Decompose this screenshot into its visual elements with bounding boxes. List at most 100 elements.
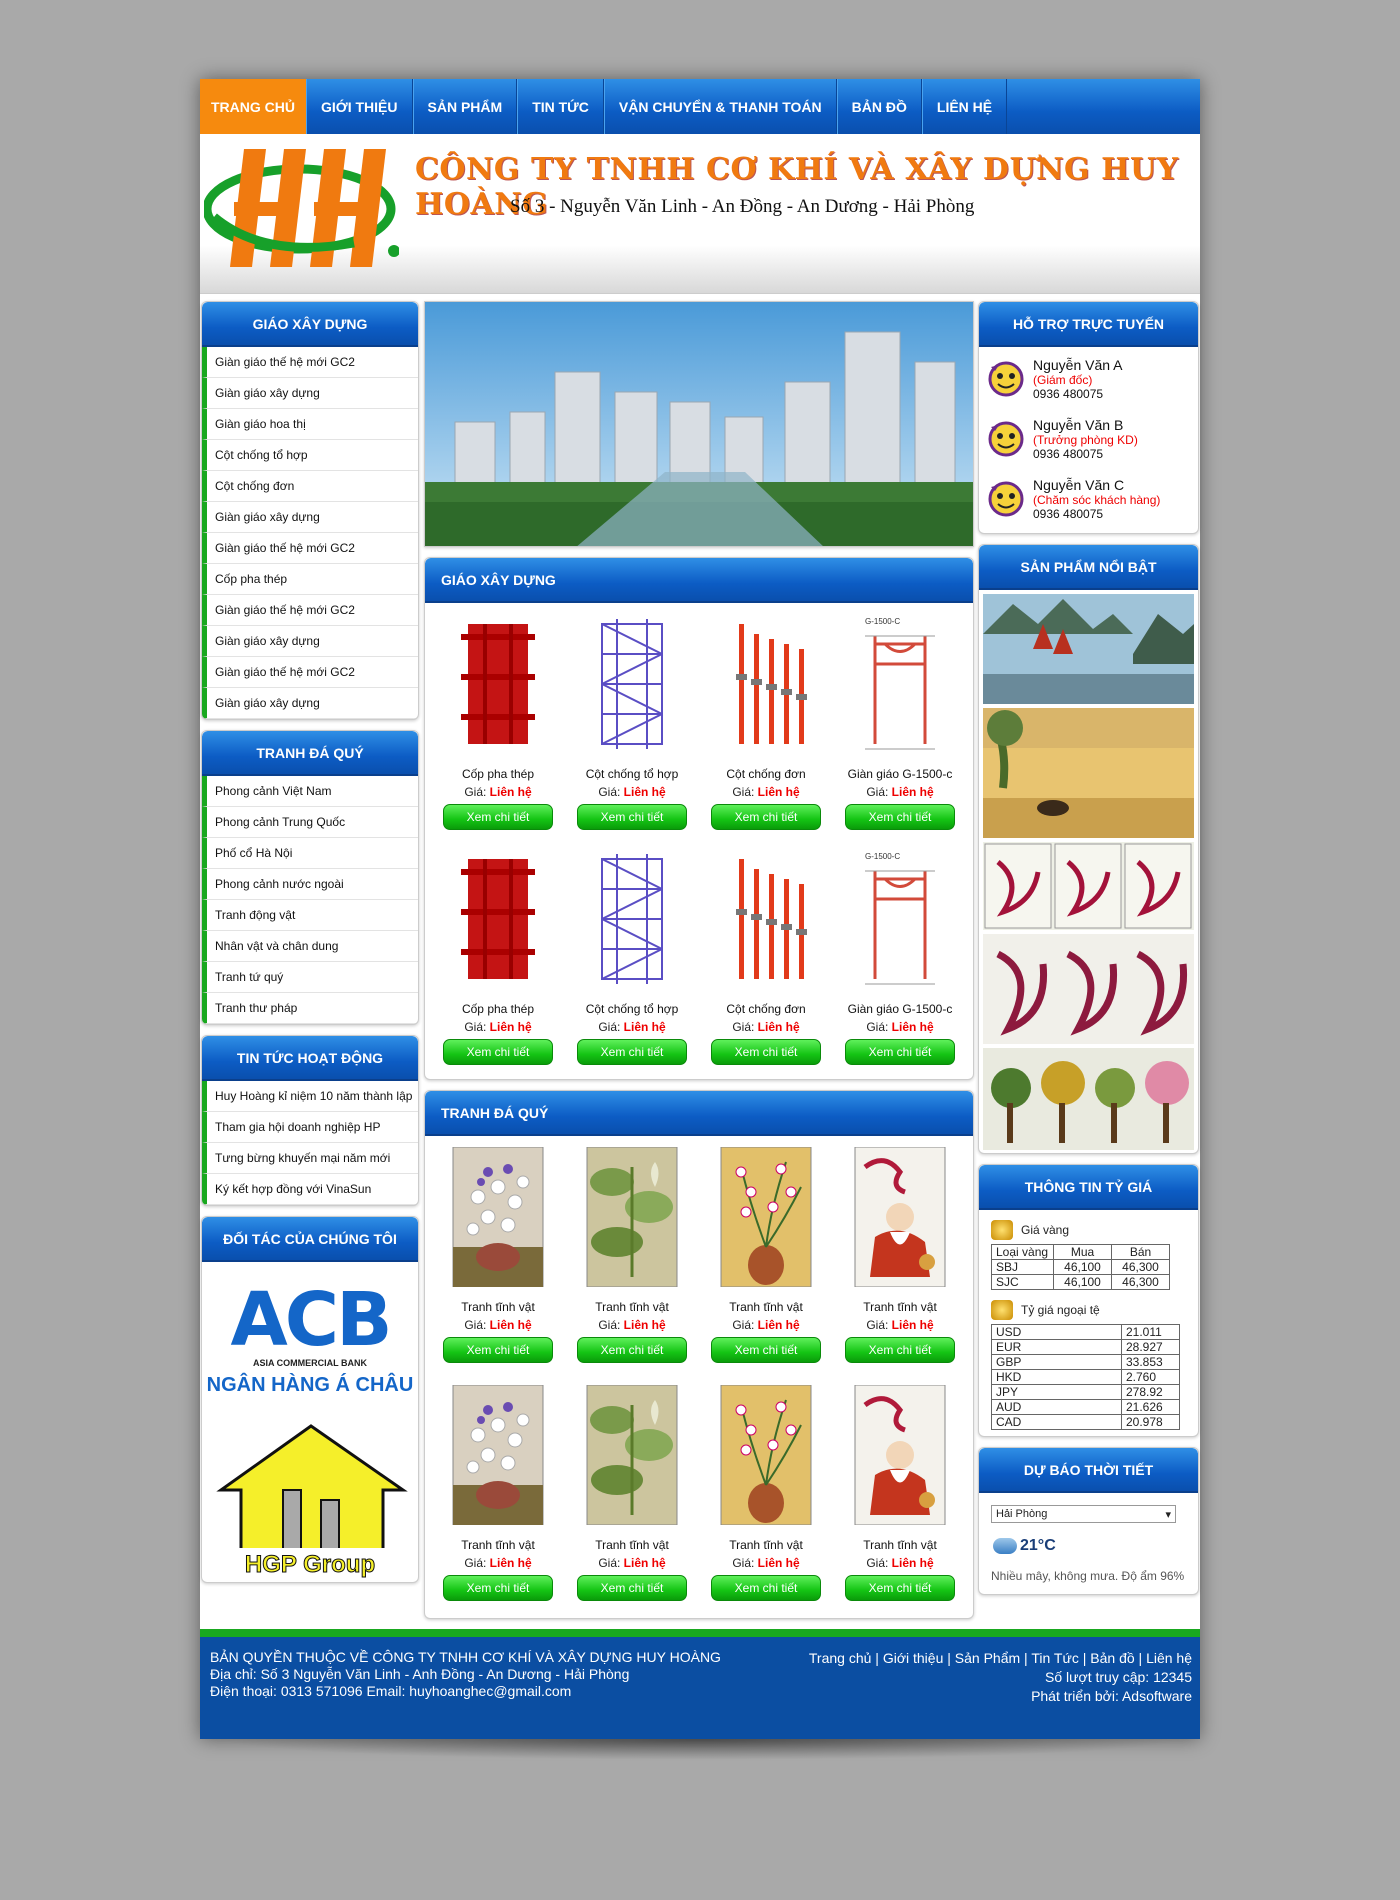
giao-menu-item[interactable]: Cốp pha thép bbox=[202, 564, 418, 595]
product-name[interactable]: Tranh tĩnh vật bbox=[565, 1538, 699, 1552]
product-name[interactable]: Cột chống tổ hợp bbox=[565, 767, 699, 781]
giao-menu-item[interactable]: Giàn giáo thế hệ mới GC2 bbox=[202, 657, 418, 688]
view-detail-button[interactable]: Xem chi tiết bbox=[845, 1337, 955, 1363]
news-item[interactable]: Ký kết hợp đồng với VinaSun bbox=[202, 1174, 418, 1205]
product-name[interactable]: Tranh tĩnh vật bbox=[833, 1538, 967, 1552]
nav-item-5[interactable]: BẢN ĐỒ bbox=[836, 79, 922, 134]
company-logo[interactable] bbox=[204, 147, 399, 267]
product-image[interactable] bbox=[699, 1380, 833, 1530]
product-name[interactable]: Cốp pha thép bbox=[431, 767, 565, 781]
product-card[interactable]: Tranh tĩnh vật Giá: Liên hệ Xem chi tiết bbox=[833, 1380, 967, 1618]
view-detail-button[interactable]: Xem chi tiết bbox=[711, 804, 821, 830]
weather-city-select[interactable]: Hải Phòng ▾ bbox=[991, 1505, 1176, 1523]
giao-menu-item[interactable]: Cột chống đơn bbox=[202, 471, 418, 502]
footer-link[interactable]: Liên hệ bbox=[1146, 1650, 1192, 1666]
view-detail-button[interactable]: Xem chi tiết bbox=[711, 1039, 821, 1065]
product-card[interactable]: Cốp pha thép Giá: Liên hệ Xem chi tiết bbox=[431, 609, 565, 844]
tranh-menu-item[interactable]: Phong cảnh Việt Nam bbox=[202, 776, 418, 807]
view-detail-button[interactable]: Xem chi tiết bbox=[577, 1575, 687, 1601]
tranh-menu-item[interactable]: Tranh động vật bbox=[202, 900, 418, 931]
product-name[interactable]: Tranh tĩnh vật bbox=[833, 1300, 967, 1314]
featured-images[interactable] bbox=[983, 594, 1194, 1150]
product-name[interactable]: Cột chống đơn bbox=[699, 767, 833, 781]
giao-menu-item[interactable]: Giàn giáo thế hệ mới GC2 bbox=[202, 595, 418, 626]
product-name[interactable]: Giàn giáo G-1500-c bbox=[833, 767, 967, 781]
view-detail-button[interactable]: Xem chi tiết bbox=[711, 1337, 821, 1363]
yahoo-messenger-icon[interactable] bbox=[985, 357, 1027, 399]
yahoo-messenger-icon[interactable] bbox=[985, 477, 1027, 519]
product-card[interactable]: Cốp pha thép Giá: Liên hệ Xem chi tiết bbox=[431, 844, 565, 1079]
product-image[interactable] bbox=[565, 844, 699, 994]
view-detail-button[interactable]: Xem chi tiết bbox=[577, 804, 687, 830]
product-name[interactable]: Tranh tĩnh vật bbox=[699, 1300, 833, 1314]
product-card[interactable]: Tranh tĩnh vật Giá: Liên hệ Xem chi tiết bbox=[699, 1142, 833, 1380]
product-image[interactable] bbox=[699, 1142, 833, 1292]
view-detail-button[interactable]: Xem chi tiết bbox=[443, 1575, 553, 1601]
product-image[interactable] bbox=[431, 609, 565, 759]
giao-menu-item[interactable]: Giàn giáo xây dựng bbox=[202, 688, 418, 719]
giao-menu-item[interactable]: Giàn giáo xây dựng bbox=[202, 626, 418, 657]
footer-link[interactable]: Bản đồ bbox=[1090, 1650, 1134, 1666]
product-image[interactable]: G-1500-C bbox=[833, 844, 967, 994]
support-contact[interactable]: Nguyễn Văn A (Giám đốc) 0936 480075 bbox=[979, 347, 1198, 407]
giao-menu-item[interactable]: Giàn giáo thế hệ mới GC2 bbox=[202, 347, 418, 378]
tranh-menu-item[interactable]: Nhân vật và chân dung bbox=[202, 931, 418, 962]
view-detail-button[interactable]: Xem chi tiết bbox=[845, 1039, 955, 1065]
product-image[interactable] bbox=[833, 1142, 967, 1292]
tranh-menu-item[interactable]: Tranh thư pháp bbox=[202, 993, 418, 1024]
footer-link[interactable]: Tin Tức bbox=[1031, 1650, 1079, 1666]
view-detail-button[interactable]: Xem chi tiết bbox=[443, 804, 553, 830]
nav-item-0[interactable]: TRANG CHỦ bbox=[200, 79, 306, 134]
product-name[interactable]: Giàn giáo G-1500-c bbox=[833, 1002, 967, 1016]
giao-menu-item[interactable]: Giàn giáo xây dựng bbox=[202, 378, 418, 409]
giao-menu-item[interactable]: Giàn giáo hoa thị bbox=[202, 409, 418, 440]
nav-item-2[interactable]: SẢN PHẨM bbox=[412, 79, 518, 134]
view-detail-button[interactable]: Xem chi tiết bbox=[577, 1039, 687, 1065]
support-contact[interactable]: Nguyễn Văn B (Trưởng phòng KD) 0936 480075 bbox=[979, 407, 1198, 467]
giao-menu-item[interactable]: Giàn giáo xây dựng bbox=[202, 502, 418, 533]
giao-menu-item[interactable]: Giàn giáo thế hệ mới GC2 bbox=[202, 533, 418, 564]
nav-item-3[interactable]: TIN TỨC bbox=[517, 79, 604, 134]
partner-acb[interactable]: ACB ASIA COMMERCIAL BANK NGÂN HÀNG Á CHÂ… bbox=[202, 1262, 418, 1417]
product-card[interactable]: G-1500-C Giàn giáo G-1500-c Giá: Liên hệ Xe… bbox=[833, 844, 967, 1079]
nav-item-4[interactable]: VẬN CHUYỂN & THANH TOÁN bbox=[603, 79, 837, 134]
tranh-menu-item[interactable]: Tranh tứ quý bbox=[202, 962, 418, 993]
product-image[interactable] bbox=[431, 844, 565, 994]
product-card[interactable]: Tranh tĩnh vật Giá: Liên hệ Xem chi tiết bbox=[431, 1380, 565, 1618]
product-card[interactable]: Cột chống đơn Giá: Liên hệ Xem chi tiết bbox=[699, 609, 833, 844]
product-name[interactable]: Cốp pha thép bbox=[431, 1002, 565, 1016]
product-card[interactable]: Cột chống tổ hợp Giá: Liên hệ Xem chi tiết bbox=[565, 609, 699, 844]
footer-link[interactable]: Sản Phẩm bbox=[955, 1650, 1020, 1666]
view-detail-button[interactable]: Xem chi tiết bbox=[443, 1337, 553, 1363]
news-item[interactable]: Tham gia hội doanh nghiệp HP bbox=[202, 1112, 418, 1143]
product-name[interactable]: Cột chống đơn bbox=[699, 1002, 833, 1016]
view-detail-button[interactable]: Xem chi tiết bbox=[711, 1575, 821, 1601]
news-item[interactable]: Tưng bừng khuyến mại năm mới bbox=[202, 1143, 418, 1174]
product-card[interactable]: G-1500-C Giàn giáo G-1500-c Giá: Liên hệ Xe… bbox=[833, 609, 967, 844]
product-card[interactable]: Cột chống đơn Giá: Liên hệ Xem chi tiết bbox=[699, 844, 833, 1079]
product-card[interactable]: Tranh tĩnh vật Giá: Liên hệ Xem chi tiết bbox=[565, 1380, 699, 1618]
product-name[interactable]: Tranh tĩnh vật bbox=[431, 1538, 565, 1552]
product-image[interactable]: G-1500-C bbox=[833, 609, 967, 759]
product-name[interactable]: Cột chống tổ hợp bbox=[565, 1002, 699, 1016]
view-detail-button[interactable]: Xem chi tiết bbox=[443, 1039, 553, 1065]
product-card[interactable]: Tranh tĩnh vật Giá: Liên hệ Xem chi tiết bbox=[565, 1142, 699, 1380]
product-name[interactable]: Tranh tĩnh vật bbox=[699, 1538, 833, 1552]
news-item[interactable]: Huy Hoàng kỉ niệm 10 năm thành lập bbox=[202, 1081, 418, 1112]
product-image[interactable] bbox=[699, 609, 833, 759]
product-card[interactable]: Tranh tĩnh vật Giá: Liên hệ Xem chi tiết bbox=[833, 1142, 967, 1380]
footer-link[interactable]: Trang chủ bbox=[809, 1650, 872, 1666]
tranh-menu-item[interactable]: Phong cảnh Trung Quốc bbox=[202, 807, 418, 838]
partner-hgp[interactable]: HGP Group bbox=[202, 1417, 418, 1582]
yahoo-messenger-icon[interactable] bbox=[985, 417, 1027, 459]
view-detail-button[interactable]: Xem chi tiết bbox=[577, 1337, 687, 1363]
product-image[interactable] bbox=[431, 1380, 565, 1530]
product-name[interactable]: Tranh tĩnh vật bbox=[431, 1300, 565, 1314]
product-image[interactable] bbox=[565, 1380, 699, 1530]
tranh-menu-item[interactable]: Phong cảnh nước ngoài bbox=[202, 869, 418, 900]
product-card[interactable]: Cột chống tổ hợp Giá: Liên hệ Xem chi tiết bbox=[565, 844, 699, 1079]
product-image[interactable] bbox=[833, 1380, 967, 1530]
footer-link[interactable]: Giới thiệu bbox=[883, 1650, 944, 1666]
product-name[interactable]: Tranh tĩnh vật bbox=[565, 1300, 699, 1314]
product-card[interactable]: Tranh tĩnh vật Giá: Liên hệ Xem chi tiết bbox=[431, 1142, 565, 1380]
